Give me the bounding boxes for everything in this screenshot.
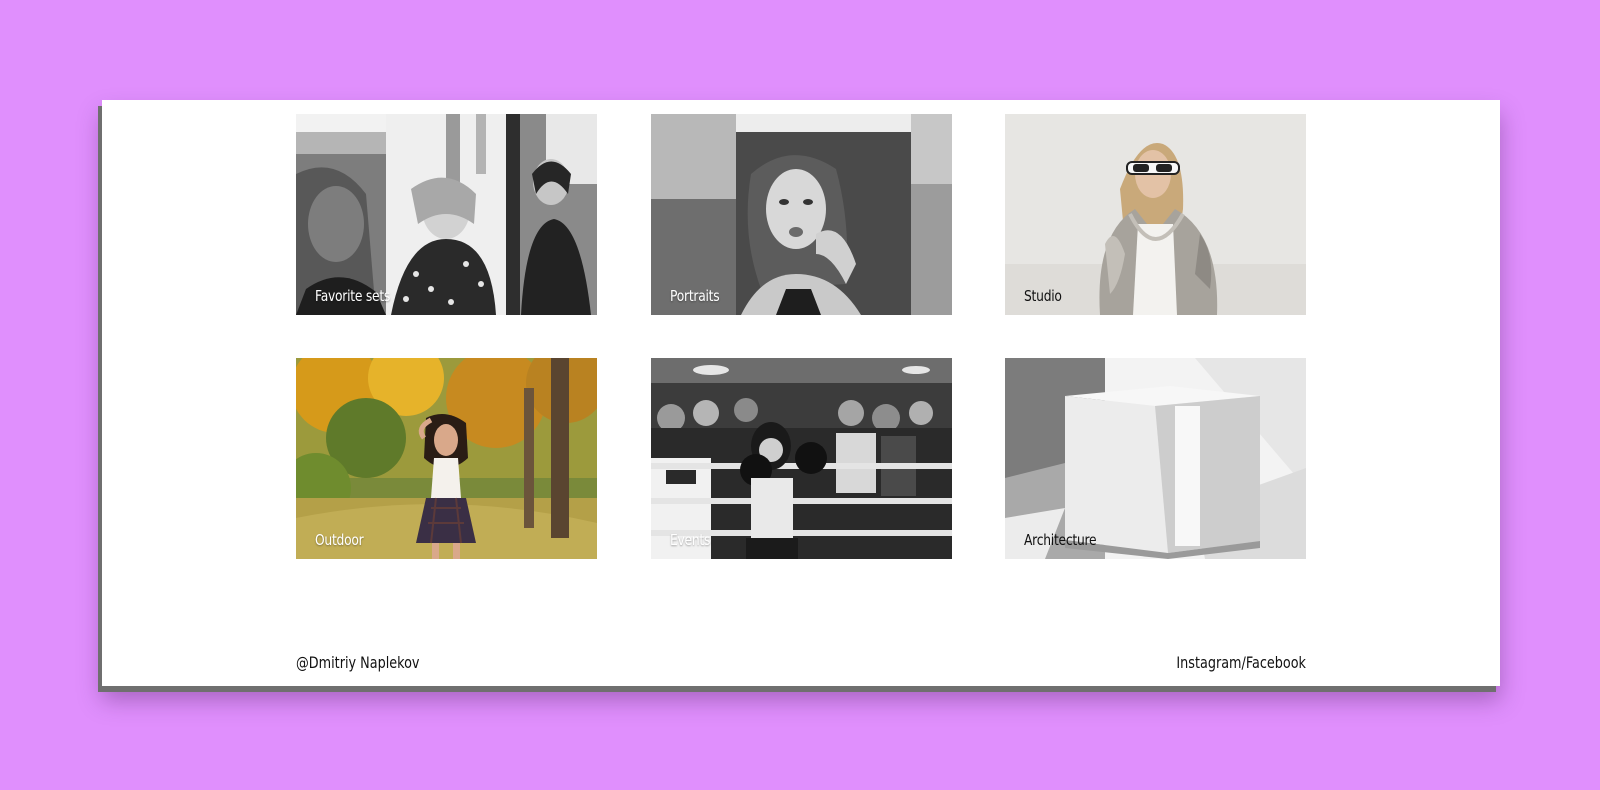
category-tile-outdoor[interactable]: Outdoor — [296, 358, 597, 559]
studio-photo — [1005, 114, 1306, 315]
tile-label-portraits: Portraits — [669, 287, 720, 305]
favorite-sets-photo — [296, 114, 597, 315]
category-grid: Favorite sets Portraits Studio Outdoor E… — [296, 114, 1306, 559]
category-tile-events[interactable]: Events — [650, 358, 952, 559]
category-tile-portraits[interactable]: Portraits — [650, 114, 952, 315]
architecture-photo — [1005, 358, 1306, 559]
social-links[interactable]: Instagram/Facebook — [1176, 653, 1306, 672]
tile-label-architecture: Architecture — [1024, 531, 1097, 549]
category-tile-favorite-sets[interactable]: Favorite sets — [296, 114, 597, 315]
tile-label-favorite-sets: Favorite sets — [315, 287, 391, 305]
outdoor-photo — [296, 358, 597, 559]
tile-label-studio: Studio — [1024, 287, 1062, 305]
author-credit: @Dmitriy Naplekov — [296, 653, 420, 672]
category-tile-studio[interactable]: Studio — [1005, 114, 1306, 315]
portraits-photo — [650, 114, 952, 315]
events-photo — [650, 358, 952, 559]
tile-label-outdoor: Outdoor — [315, 531, 364, 549]
gallery-page: Favorite sets Portraits Studio Outdoor E… — [102, 100, 1500, 686]
category-tile-architecture[interactable]: Architecture — [1005, 358, 1306, 559]
tile-label-events: Events — [669, 531, 710, 549]
